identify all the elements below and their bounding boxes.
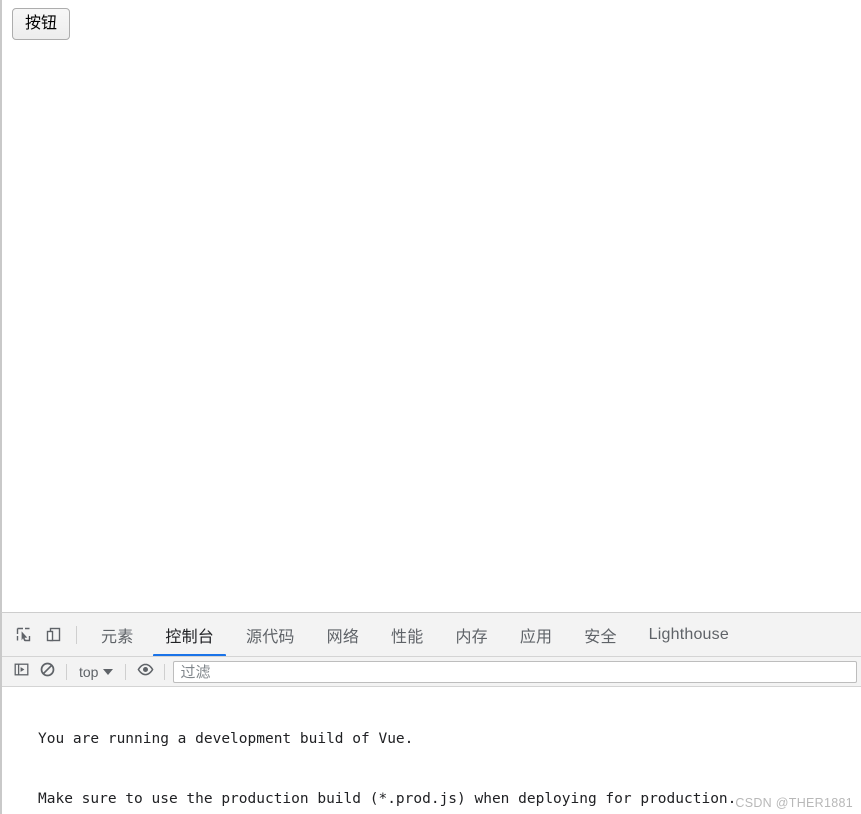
inspect-element-icon [15,626,32,643]
devtools-panel: 元素 控制台 源代码 网络 性能 内存 应用 安全 Lighthouse top… [0,612,861,814]
console-message-row[interactable]: You are running a development build of V… [2,687,861,813]
tab-elements[interactable]: 元素 [85,613,149,656]
tab-memory[interactable]: 内存 [439,613,503,656]
clear-console-button[interactable] [34,660,60,684]
demo-button[interactable]: 按钮 [12,8,71,40]
execution-context-value: top [79,663,99,680]
toolbar-divider [76,625,77,644]
console-toolbar: top [2,657,861,687]
console-sidebar-icon [14,662,29,682]
devtools-tab-list: 元素 控制台 源代码 网络 性能 内存 应用 安全 Lighthouse [85,613,861,656]
tab-lighthouse[interactable]: Lighthouse [633,613,745,656]
tab-security[interactable]: 安全 [568,613,632,656]
page-viewport: 按钮 [0,0,861,612]
clear-console-icon [40,662,55,682]
console-message-line: You are running a development build of V… [38,731,414,747]
live-expression-eye-icon [137,662,154,682]
console-sidebar-toggle-button[interactable] [8,660,34,684]
tab-application[interactable]: 应用 [504,613,568,656]
console-toolbar-divider-2 [125,663,127,680]
tab-network[interactable]: 网络 [311,613,375,656]
screenshot-root: 按钮 元素 控制台 源代码 网络 性能 内存 应用 安全 Lighthouse … [0,0,861,814]
device-toolbar-icon [45,626,62,643]
tab-performance[interactable]: 性能 [375,613,439,656]
tab-sources[interactable]: 源代码 [230,613,311,656]
console-filter-input[interactable] [173,660,857,683]
console-message-line: Make sure to use the production build (*… [38,791,737,807]
tab-console[interactable]: 控制台 [149,613,230,656]
live-expression-button[interactable] [132,660,158,684]
inspect-element-button[interactable] [8,620,38,650]
console-message-list[interactable]: You are running a development build of V… [2,687,861,813]
console-toolbar-divider-1 [66,663,67,680]
chevron-down-icon [103,668,114,675]
device-toolbar-button[interactable] [38,620,68,650]
devtools-tabbar: 元素 控制台 源代码 网络 性能 内存 应用 安全 Lighthouse [2,613,861,657]
execution-context-selector[interactable]: top [73,662,119,682]
console-toolbar-divider-3 [164,663,166,680]
